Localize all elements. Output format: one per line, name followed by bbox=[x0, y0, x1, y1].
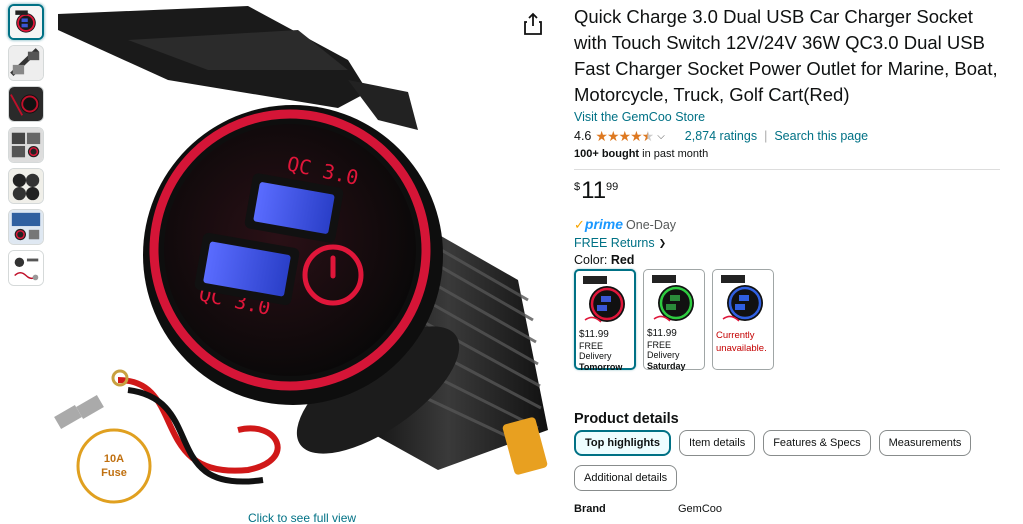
product-details-heading: Product details bbox=[574, 411, 679, 427]
swatch-green-image bbox=[652, 275, 694, 322]
color-selector-label: Color: Red bbox=[574, 253, 1004, 267]
rating-value: 4.6 bbox=[574, 129, 592, 143]
brand-key: Brand bbox=[574, 503, 606, 515]
swatch-blue[interactable]: Currently unavailable. bbox=[712, 269, 774, 370]
chevron-down-icon: ❯ bbox=[658, 237, 667, 248]
fuse-label-1: 10A bbox=[104, 453, 124, 465]
store-link[interactable]: Visit the GemCoo Store bbox=[574, 110, 1004, 124]
fuse-callout bbox=[76, 428, 152, 504]
socket-face: QC 3.0 QC 3.0 bbox=[143, 105, 443, 405]
thumbnail-2-image bbox=[9, 46, 43, 80]
brand-value: GemCoo bbox=[678, 503, 723, 515]
swatch-green[interactable]: $11.99 FREE Delivery Saturday bbox=[643, 269, 705, 371]
dust-cap bbox=[58, 6, 418, 130]
prime-logo: prime bbox=[584, 216, 624, 232]
chevron-down-icon[interactable]: ⌵ bbox=[657, 131, 665, 142]
bought-count: 100+ bought bbox=[574, 148, 640, 160]
thumbnail-4[interactable] bbox=[8, 127, 44, 163]
divider bbox=[574, 169, 1000, 170]
thumbnail-7[interactable] bbox=[8, 250, 44, 286]
price-symbol: $ bbox=[574, 181, 581, 193]
brand-row: Brand GemCoo bbox=[574, 503, 1004, 515]
tab-top-highlights[interactable]: Top highlights bbox=[574, 430, 671, 456]
thumbnail-3-image bbox=[9, 87, 43, 121]
swatch-red-delivery-day: Tomorrow bbox=[579, 361, 623, 372]
main-product-image[interactable]: QC 3.0 QC 3.0 10A Fuse bbox=[48, 0, 558, 508]
fuse-label-2: Fuse bbox=[101, 467, 127, 479]
thumbnail-1-image bbox=[10, 6, 42, 38]
swatch-blue-status-2: unavailable. bbox=[716, 343, 767, 354]
swatch-red[interactable]: $11.99 FREE Delivery Tomorrow bbox=[574, 269, 636, 372]
swatch-green-price: $11.99 bbox=[647, 328, 677, 339]
swatch-red-image bbox=[583, 276, 625, 323]
bought-info: 100+ bought in past month bbox=[574, 148, 1004, 160]
thumbnail-5-image bbox=[9, 169, 43, 203]
swatch-red-price: $11.99 bbox=[579, 329, 609, 340]
thumbnail-strip bbox=[8, 4, 44, 291]
price-fraction: 99 bbox=[606, 181, 619, 193]
tab-additional-details[interactable]: Additional details bbox=[574, 465, 678, 491]
thumbnail-6-image bbox=[9, 210, 43, 244]
bought-period: in past month bbox=[639, 148, 709, 160]
free-returns-link[interactable]: FREE Returns ❯ bbox=[574, 236, 1004, 250]
prime-speed: One-Day bbox=[626, 218, 677, 232]
thumbnail-2[interactable] bbox=[8, 45, 44, 81]
swatch-blue-image bbox=[721, 275, 763, 322]
color-swatches: $11.99 FREE Delivery Tomorrow $11.99 FRE… bbox=[574, 269, 1004, 372]
free-returns-label: FREE Returns bbox=[574, 236, 655, 250]
swatch-green-delivery: FREE Delivery bbox=[647, 339, 680, 361]
ratings-count-link[interactable]: 2,874 ratings bbox=[685, 129, 757, 143]
tab-measurements[interactable]: Measurements bbox=[878, 430, 972, 456]
price: $ 11 99 bbox=[574, 178, 1004, 206]
thumbnail-6[interactable] bbox=[8, 209, 44, 245]
color-label: Color: bbox=[574, 253, 611, 267]
thumbnail-7-image bbox=[9, 251, 43, 285]
tab-features-specs[interactable]: Features & Specs bbox=[763, 430, 871, 456]
share-icon[interactable] bbox=[522, 12, 544, 36]
price-whole: 11 bbox=[581, 177, 607, 204]
search-page-link[interactable]: Search this page bbox=[774, 129, 868, 143]
product-info: Quick Charge 3.0 Dual USB Car Charger So… bbox=[574, 4, 1004, 515]
full-view-link[interactable]: Click to see full view bbox=[248, 511, 356, 524]
thumbnail-3[interactable] bbox=[8, 86, 44, 122]
product-details-tabs: Top highlights Item details Features & S… bbox=[574, 430, 1004, 491]
tab-item-details[interactable]: Item details bbox=[678, 430, 756, 456]
car-charger-socket-image: QC 3.0 QC 3.0 10A Fuse bbox=[54, 6, 548, 504]
swatch-green-delivery-day: Saturday bbox=[647, 360, 686, 371]
swatch-blue-status-1: Currently bbox=[716, 330, 755, 341]
swatch-red-delivery: FREE Delivery bbox=[579, 340, 612, 362]
thumbnail-5[interactable] bbox=[8, 168, 44, 204]
prime-badge: ✓ prime One-Day bbox=[574, 216, 1004, 233]
prime-check-icon: ✓ bbox=[574, 217, 585, 232]
rating-row: 4.6 ★ ★ ★ ★ ★ ⌵ 2,874 ratings | Search this … bbox=[574, 127, 1004, 145]
thumbnail-4-image bbox=[9, 128, 43, 162]
thumbnail-1[interactable] bbox=[8, 4, 44, 40]
separator: | bbox=[764, 129, 768, 143]
star-rating-icon[interactable]: ★ ★ ★ ★ ★ bbox=[595, 128, 654, 145]
color-value: Red bbox=[610, 253, 635, 267]
product-title: Quick Charge 3.0 Dual USB Car Charger So… bbox=[574, 6, 998, 105]
